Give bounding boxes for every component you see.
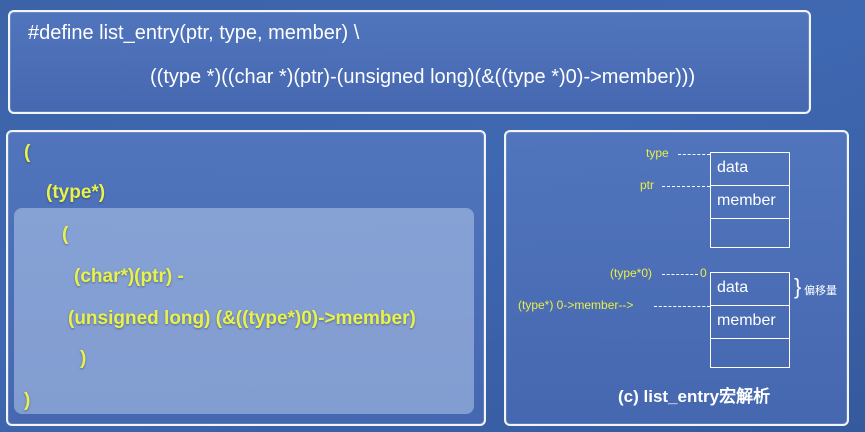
code-line-inner-open-paren: ( (62, 224, 69, 245)
code-line-char-ptr: (char*)(ptr) - (74, 266, 184, 287)
offset-note: 偏移量 (804, 285, 837, 297)
code-breakdown-panel: ( (type*) ( (char*)(ptr) - (unsigned lon… (6, 130, 486, 426)
struct-box-bottom: data member (710, 272, 790, 368)
struct-cell-empty (711, 219, 789, 252)
struct-box-top: data member (710, 152, 790, 248)
code-line-offset: (unsigned long) (&((type*)0)->member) (68, 308, 416, 329)
ptr-pointer-line (662, 186, 710, 187)
code-line-inner-close-paren: ) (80, 348, 87, 369)
diagram-panel: type ptr data member (type*0) 0 (type*) … (504, 130, 849, 426)
code-line-open-paren: ( (24, 142, 31, 163)
offset-brace: } (794, 274, 802, 299)
type-zero-label: (type*0) (610, 266, 653, 280)
macro-definition-panel: #define list_entry(ptr, type, member) \ … (8, 10, 811, 114)
struct-cell-member: member (711, 186, 789, 219)
member-pointer-line (654, 306, 710, 307)
code-line-type-cast: (type*) (46, 182, 106, 203)
zero-label: 0 (700, 266, 707, 280)
macro-definition-line-2: ((type *)((char *)(ptr)-(unsigned long)(… (150, 66, 696, 88)
struct-cell-data: data (711, 153, 789, 186)
macro-definition-line-1: #define list_entry(ptr, type, member) \ (28, 22, 360, 44)
type-label: type (646, 146, 669, 160)
ptr-label: ptr (640, 178, 655, 192)
member-offset-label: (type*) 0->member--> (518, 298, 634, 312)
code-line-close-paren: ) (24, 390, 31, 411)
type-pointer-line (678, 154, 710, 155)
struct-cell-data: data (711, 273, 789, 306)
diagram-caption: (c) list_entry宏解析 (618, 387, 771, 406)
struct-cell-empty (711, 339, 789, 372)
type-zero-pointer-line (662, 274, 698, 275)
struct-cell-member: member (711, 306, 789, 339)
